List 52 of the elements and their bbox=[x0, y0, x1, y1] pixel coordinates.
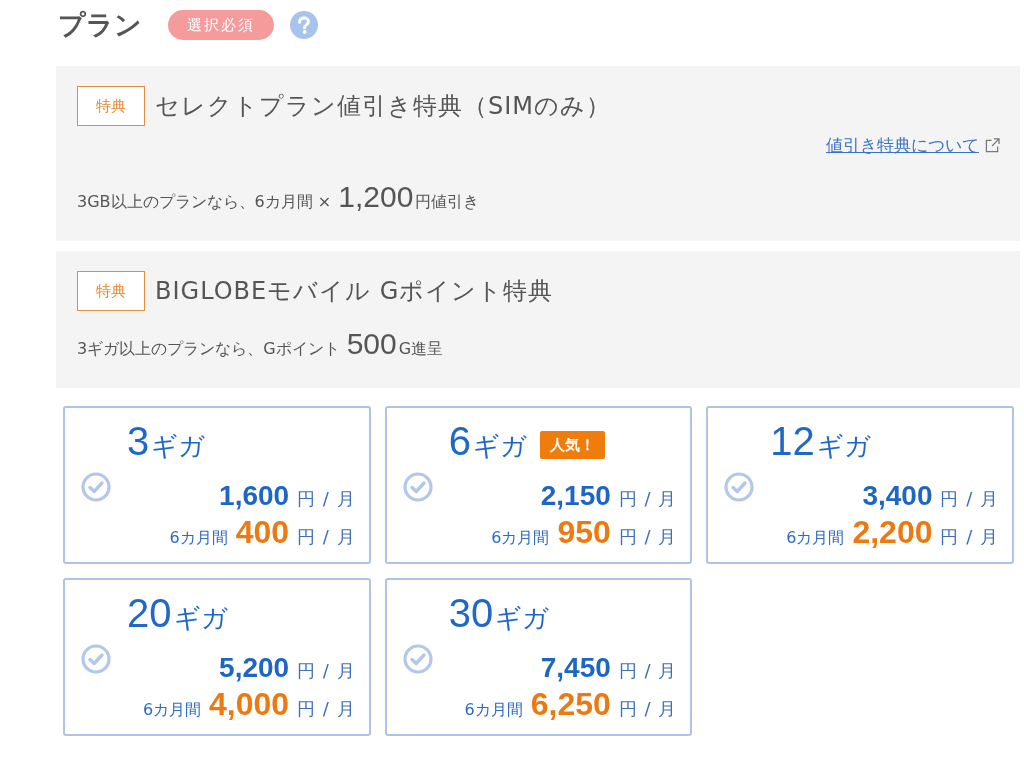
promo-period: 6カ月間 bbox=[142, 700, 202, 721]
monthly-price: 5,200 bbox=[219, 652, 290, 684]
benefit-title: セレクトプラン値引き特典（SIMのみ） bbox=[155, 91, 612, 122]
price-unit: 円 / 月 bbox=[297, 697, 356, 721]
promo-price: 4,000 bbox=[209, 686, 290, 723]
check-circle-icon bbox=[81, 644, 111, 674]
benefit-title: BIGLOBEモバイル Gポイント特典 bbox=[155, 276, 554, 307]
required-badge: 選択必須 bbox=[168, 10, 274, 40]
plan-name: 12 ギガ bbox=[770, 417, 871, 465]
promo-period: 6カ月間 bbox=[491, 528, 550, 549]
benefit-info-link[interactable]: 値引き特典について bbox=[826, 134, 1000, 156]
check-circle-icon bbox=[402, 472, 433, 502]
benefit-description: 3ギガ以上のプランなら、Gポイント 500G進呈 bbox=[77, 329, 444, 362]
promo-period: 6カ月間 bbox=[169, 528, 228, 549]
promo-price: 6,250 bbox=[530, 686, 611, 723]
price-unit: 円 / 月 bbox=[297, 659, 356, 683]
section-title: プラン bbox=[58, 10, 142, 40]
plan-name: 20 ギガ bbox=[127, 589, 228, 637]
plan-card[interactable]: 12 ギガ 3,400 円 / 月 6カ月間 2,200 円 / 月 bbox=[706, 406, 1014, 564]
price-unit: 円 / 月 bbox=[297, 525, 356, 549]
promo-period: 6カ月間 bbox=[464, 700, 523, 721]
check-circle-icon bbox=[81, 472, 111, 502]
monthly-price: 7,450 bbox=[540, 652, 611, 684]
price-unit: 円 / 月 bbox=[618, 487, 678, 511]
promo-price: 400 bbox=[235, 514, 290, 551]
monthly-price: 1,600 bbox=[219, 480, 290, 512]
price-unit: 円 / 月 bbox=[618, 525, 678, 549]
plan-card[interactable]: 20 ギガ 5,200 円 / 月 6カ月間 4,000 円 / 月 bbox=[63, 578, 371, 736]
plan-name: 3ギガ bbox=[127, 417, 206, 465]
benefit-tag: 特典 bbox=[77, 271, 145, 311]
monthly-price: 2,150 bbox=[540, 480, 611, 512]
price-unit: 円 / 月 bbox=[297, 487, 356, 511]
plan-card[interactable]: 3ギガ 1,600 円 / 月 6カ月間 400 円 / 月 bbox=[63, 406, 371, 564]
plan-card[interactable]: 6ギガ 人気！ 2,150 円 / 月 6カ月間 950 円 / 月 bbox=[384, 406, 693, 564]
promo-price: 950 bbox=[557, 514, 611, 551]
promo-period: 6カ月間 bbox=[786, 528, 845, 549]
check-circle-icon bbox=[402, 644, 433, 674]
monthly-price: 3,400 bbox=[862, 480, 933, 512]
promo-price: 2,200 bbox=[852, 514, 933, 551]
check-circle-icon bbox=[724, 472, 755, 502]
benefit-tag: 特典 bbox=[77, 86, 145, 126]
plan-name: 30ギガ bbox=[448, 589, 550, 637]
help-icon[interactable] bbox=[290, 11, 318, 39]
price-unit: 円 / 月 bbox=[940, 487, 999, 511]
price-unit: 円 / 月 bbox=[618, 697, 678, 721]
plan-card[interactable]: 30ギガ 7,450 円 / 月 6カ月間 6,250 円 / 月 bbox=[384, 578, 693, 736]
external-link-icon bbox=[985, 137, 1000, 153]
plan-name: 6ギガ bbox=[448, 417, 527, 465]
popular-badge: 人気！ bbox=[539, 431, 605, 459]
benefit-description: 3GB以上のプランなら、6カ月間 × 1,200円値引き bbox=[77, 182, 480, 215]
price-unit: 円 / 月 bbox=[940, 525, 999, 549]
price-unit: 円 / 月 bbox=[618, 659, 678, 683]
